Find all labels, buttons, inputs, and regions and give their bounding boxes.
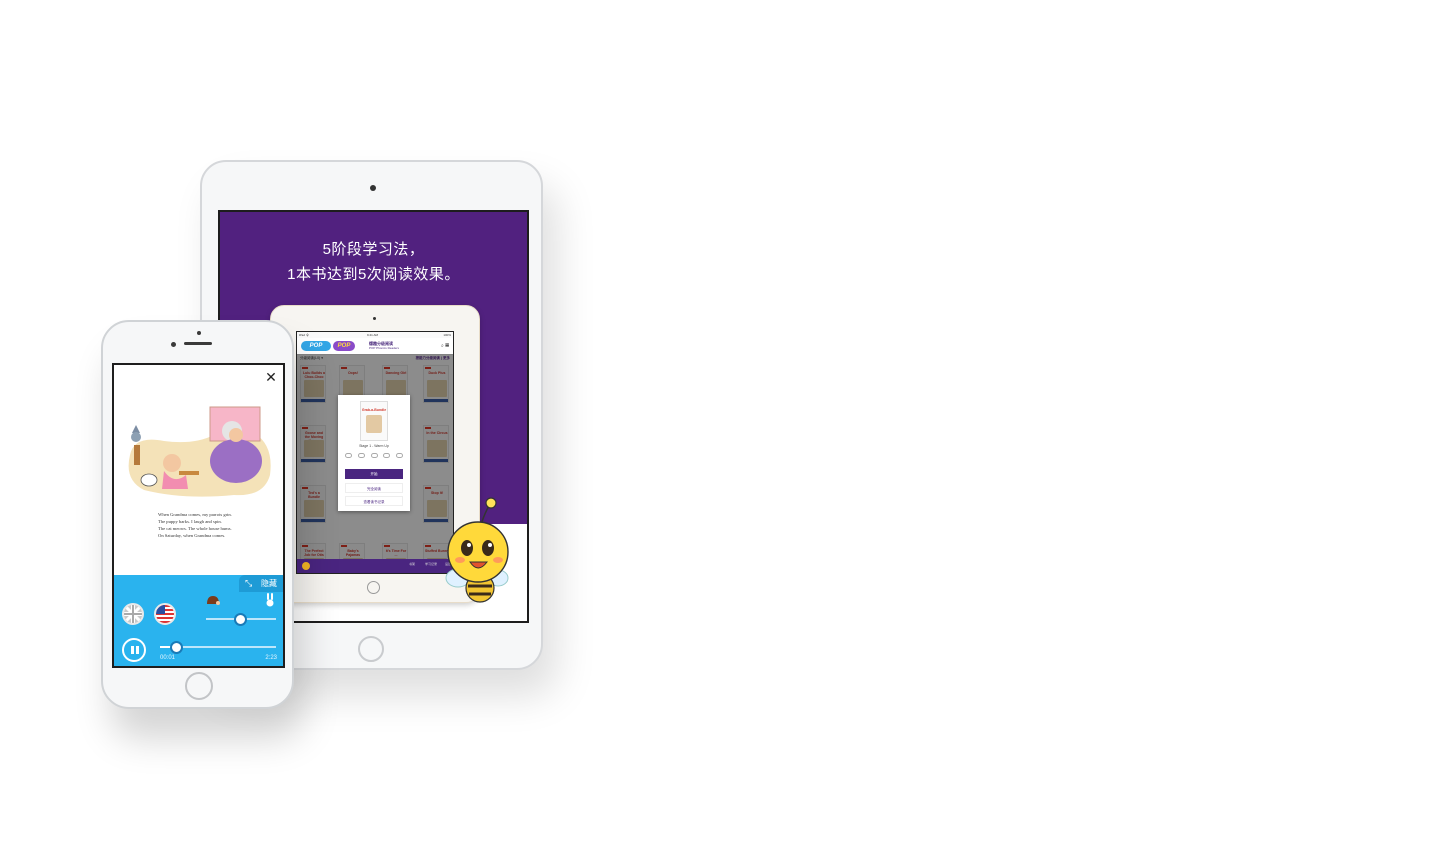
start-button[interactable]: 开始	[345, 469, 403, 479]
stage-4-icon[interactable]	[383, 453, 391, 458]
popup-stage-label: Stage 1 - Warm Up	[359, 444, 389, 448]
total-time: 2:23	[265, 655, 277, 661]
uk-flag-icon[interactable]	[122, 603, 144, 625]
ipad-home-button	[358, 636, 384, 662]
turtle-icon	[206, 595, 220, 607]
iphone-screen: ✕ When Grandma comes, my parrots grin. T…	[112, 363, 285, 668]
iphone-device: ✕ When Grandma comes, my parrots grin. T…	[101, 320, 294, 709]
collapse-arrow-icon: ⤡	[245, 578, 253, 588]
inner-ipad-camera	[373, 317, 376, 320]
story-line: On Saturday, when Grandma comes.	[158, 533, 226, 538]
grid-icon[interactable]: ▦	[445, 343, 449, 349]
inner-ipad-home-button	[367, 581, 380, 594]
headline-line-1: 5阶段学习法，	[322, 241, 425, 258]
us-flag-icon[interactable]	[154, 603, 176, 625]
tab-records[interactable]: 学习记录	[425, 562, 437, 566]
app-title-en: POP Phonics Readers	[369, 346, 399, 350]
book-detail-popup: Grab-a-Bundle Stage 1 - Warm Up 开始 完全阅读 …	[338, 395, 410, 511]
stage-2-icon[interactable]	[357, 453, 365, 458]
story-line: When Grandma comes, my parrots grin.	[158, 512, 232, 517]
popup-book-title: Grab-a-Bundle	[361, 408, 387, 412]
stage-1-icon[interactable]	[345, 453, 352, 458]
status-time: 9:41 AM	[367, 333, 379, 337]
story-line: The puppy barks. I laugh and spin.	[158, 519, 222, 524]
iphone-home-button	[185, 672, 213, 700]
tab-bookshelf[interactable]: 书架	[409, 562, 415, 566]
app-tabbar: 书架 学习记录 设置	[297, 559, 453, 573]
full-read-button[interactable]: 完全阅读	[345, 483, 403, 493]
story-illustration	[128, 406, 271, 497]
bee-mascot	[445, 497, 509, 603]
popup-book-cover: Grab-a-Bundle	[360, 401, 388, 441]
audio-player: ⤡ 隐藏 00:01 2:23	[114, 575, 283, 666]
pause-icon[interactable]	[122, 638, 146, 662]
iphone-sensor	[171, 342, 176, 347]
coin-icon[interactable]	[302, 562, 310, 570]
stage-icons	[345, 453, 403, 459]
header-icons: ⌕ ▦	[441, 343, 449, 349]
inner-ipad-screen: iPad 令 9:41 AM 100% POP POP 爆趣分级阅读 POP P…	[296, 331, 454, 574]
rabbit-icon	[265, 593, 275, 609]
close-icon[interactable]: ✕	[264, 370, 278, 384]
speed-slider-handle[interactable]	[234, 613, 247, 626]
hide-label: 隐藏	[261, 579, 277, 588]
app-logo-1: POP	[301, 341, 331, 351]
iphone-speaker	[184, 342, 212, 345]
story-line: The cat meows. The whole house hums.	[158, 526, 232, 531]
ipad-camera	[370, 185, 376, 191]
app-logo-2: POP	[333, 341, 355, 351]
headline-line-2: 1本书达到5次阅读效果。	[287, 266, 460, 283]
status-battery: 100%	[443, 333, 451, 337]
current-time: 00:01	[160, 655, 176, 661]
status-left: iPad 令	[299, 333, 309, 337]
reading-record-button[interactable]: 查看读书记录	[345, 496, 403, 506]
stage-5-icon[interactable]	[396, 453, 403, 458]
story-text: When Grandma comes, my parrots grin. The…	[114, 511, 283, 539]
iphone-front-camera	[197, 331, 201, 335]
app-header: POP POP 爆趣分级阅读 POP Phonics Readers ⌕ ▦	[297, 338, 453, 355]
hide-button[interactable]: ⤡ 隐藏	[239, 575, 283, 592]
stage-3-icon[interactable]	[370, 453, 378, 458]
progress-handle[interactable]	[170, 641, 183, 654]
search-icon[interactable]: ⌕	[441, 343, 444, 349]
